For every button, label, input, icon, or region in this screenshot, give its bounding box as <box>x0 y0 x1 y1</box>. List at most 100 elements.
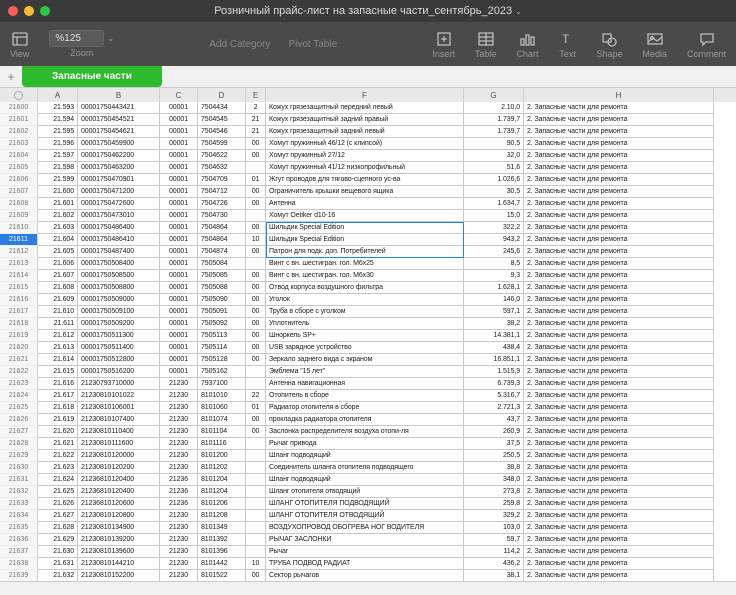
cell[interactable]: 21230 <box>160 522 198 534</box>
cell[interactable]: 2. Запасные части для ремонта <box>524 294 714 306</box>
table-row[interactable]: 2163021.62321230810120200212308101202Сое… <box>0 462 714 474</box>
cell[interactable]: 1.515,9 <box>464 366 524 378</box>
cell[interactable]: 8101116 <box>198 438 246 450</box>
cell[interactable]: 7505114 <box>198 342 246 354</box>
cell[interactable]: 00001 <box>160 102 198 114</box>
cell[interactable]: ВОЗДУХОПРОВОД ОБОГРЕВА НОГ ВОДИТЕЛЯ <box>266 522 464 534</box>
row-number[interactable]: 21621 <box>0 354 38 366</box>
cell[interactable] <box>246 258 266 270</box>
cell[interactable]: 2. Запасные части для ремонта <box>524 438 714 450</box>
cell[interactable]: 00001 <box>160 294 198 306</box>
row-number[interactable]: 21602 <box>0 126 38 138</box>
cell[interactable]: 1.628,1 <box>464 282 524 294</box>
cell[interactable]: 21.596 <box>38 138 78 150</box>
cell[interactable]: ШЛАНГ ОТОПИТЕЛЯ ОТВОДЯЩИЙ <box>266 510 464 522</box>
cell[interactable]: 21.602 <box>38 210 78 222</box>
cell[interactable]: Жгут проводов для тягово-сцепного ус-ва <box>266 174 464 186</box>
cell[interactable]: 7504546 <box>198 126 246 138</box>
cell[interactable]: 21230810101022 <box>78 390 160 402</box>
cell[interactable] <box>246 210 266 222</box>
cell[interactable]: 8101392 <box>198 534 246 546</box>
cell[interactable]: 5.316,7 <box>464 390 524 402</box>
pivot-table-button[interactable]: Pivot Table <box>288 39 337 50</box>
cell[interactable]: 348,0 <box>464 474 524 486</box>
cell[interactable]: 21.616 <box>38 378 78 390</box>
cell[interactable]: 38,2 <box>464 318 524 330</box>
cell[interactable]: 2. Запасные части для ремонта <box>524 198 714 210</box>
spreadsheet-grid[interactable]: 2160021.593000017504434210000175044342Ко… <box>0 102 736 595</box>
table-row[interactable]: 2163821.6312123081014421021230810144210Т… <box>0 558 714 570</box>
cell[interactable]: 2. Запасные части для ремонта <box>524 426 714 438</box>
cell[interactable]: Хомут пружинный 41/12 низкопрофильный <box>266 162 464 174</box>
row-number[interactable]: 21605 <box>0 162 38 174</box>
row-number[interactable]: 21633 <box>0 498 38 510</box>
cell[interactable]: 00001750486400 <box>78 222 160 234</box>
cell[interactable]: 2. Запасные части для ремонта <box>524 270 714 282</box>
table-row[interactable]: 2160921.60200001750473010000017504730Хом… <box>0 210 714 222</box>
cell[interactable]: 21.613 <box>38 342 78 354</box>
cell[interactable]: 00001750509100 <box>78 306 160 318</box>
cell[interactable]: 8101010 <box>198 390 246 402</box>
cell[interactable]: Труба в сборе с уголком <box>266 306 464 318</box>
row-number[interactable]: 21614 <box>0 270 38 282</box>
cell[interactable]: 00 <box>246 354 266 366</box>
cell[interactable]: 00001 <box>160 138 198 150</box>
cell[interactable]: 00001750472600 <box>78 198 160 210</box>
table-row[interactable]: 2162221.61500001750516200000017505162Эмб… <box>0 366 714 378</box>
cell[interactable]: 8101202 <box>198 462 246 474</box>
cell[interactable]: 00001 <box>160 330 198 342</box>
cell[interactable]: 00 <box>246 426 266 438</box>
cell[interactable]: 51,6 <box>464 162 524 174</box>
cell[interactable]: 260,9 <box>464 426 524 438</box>
cell[interactable]: 7504726 <box>198 198 246 210</box>
cell[interactable]: 21230793710000 <box>78 378 160 390</box>
cell[interactable]: 21.594 <box>38 114 78 126</box>
cell[interactable]: Шланг подводящий <box>266 450 464 462</box>
cell[interactable]: 00001 <box>160 318 198 330</box>
cell[interactable]: 2. Запасные части для ремонта <box>524 474 714 486</box>
row-number[interactable]: 21632 <box>0 486 38 498</box>
cell[interactable]: 250,5 <box>464 450 524 462</box>
cell[interactable] <box>246 522 266 534</box>
cell[interactable]: 00 <box>246 138 266 150</box>
cell[interactable]: 21230 <box>160 438 198 450</box>
cell[interactable]: 7504599 <box>198 138 246 150</box>
cell[interactable]: 21.627 <box>38 510 78 522</box>
cell[interactable]: 1.634,7 <box>464 198 524 210</box>
cell[interactable]: 2. Запасные части для ремонта <box>524 522 714 534</box>
cell[interactable]: 21.606 <box>38 258 78 270</box>
cell[interactable]: 21230 <box>160 426 198 438</box>
row-number[interactable]: 21630 <box>0 462 38 474</box>
table-row[interactable]: 2161921.6120000175051130000001750511300Ш… <box>0 330 714 342</box>
table-row[interactable]: 2160721.6000000175047120000001750471200О… <box>0 186 714 198</box>
table-row[interactable]: 2162021.6130000175051140000001750511400U… <box>0 342 714 354</box>
cell[interactable]: 21.629 <box>38 534 78 546</box>
cell[interactable]: 10 <box>246 558 266 570</box>
row-number[interactable]: 21625 <box>0 402 38 414</box>
cell[interactable]: Уголок <box>266 294 464 306</box>
cell[interactable]: 00001750486410 <box>78 234 160 246</box>
cell[interactable]: 21230 <box>160 534 198 546</box>
cell[interactable]: 245,6 <box>464 246 524 258</box>
table-row[interactable]: 2160121.5940000175045452100001750454521К… <box>0 114 714 126</box>
cell[interactable] <box>246 474 266 486</box>
cell[interactable]: 2. Запасные части для ремонта <box>524 282 714 294</box>
cell[interactable]: 2. Запасные части для ремонта <box>524 186 714 198</box>
cell[interactable]: 59,7 <box>464 534 524 546</box>
table-row[interactable]: 2161521.6080000175050880000001750508800О… <box>0 282 714 294</box>
cell[interactable]: Заслонка распределителя воздуха отопи-ля <box>266 426 464 438</box>
cell[interactable]: Антенна навигационная <box>266 378 464 390</box>
row-number[interactable]: 21610 <box>0 222 38 234</box>
cell[interactable]: 2. Запасные части для ремонта <box>524 150 714 162</box>
cell[interactable]: 21.599 <box>38 174 78 186</box>
cell[interactable]: 8101442 <box>198 558 246 570</box>
minimize-icon[interactable] <box>24 6 34 16</box>
cell[interactable]: Хомут Oetiker d10-16 <box>266 210 464 222</box>
cell[interactable]: 2. Запасные части для ремонта <box>524 126 714 138</box>
cell[interactable]: 00001750459900 <box>78 138 160 150</box>
cell[interactable]: 21236810120400 <box>78 486 160 498</box>
cell[interactable]: 21230810107400 <box>78 414 160 426</box>
table-row[interactable]: 2163721.63021230810139600212308101396Рыч… <box>0 546 714 558</box>
cell[interactable]: 7505113 <box>198 330 246 342</box>
cell[interactable]: 2. Запасные части для ремонта <box>524 102 714 114</box>
